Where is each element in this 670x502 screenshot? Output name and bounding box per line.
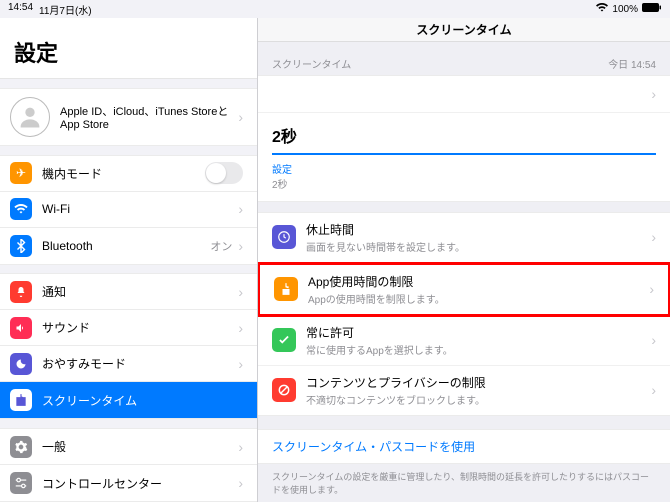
downtime-sub: 画面を見ない時間帯を設定します。	[306, 239, 651, 254]
app-limits-title: App使用時間の制限	[308, 273, 649, 290]
dnd-label: おやすみモード	[42, 355, 238, 372]
chevron-right-icon: ›	[651, 229, 656, 245]
wifi-icon	[596, 3, 608, 15]
airplane-icon: ✈	[10, 162, 32, 184]
content-privacy-title: コンテンツとプライバシーの制限	[306, 374, 651, 391]
status-bar: 14:54 11月7日(水) 100%	[0, 0, 670, 18]
always-allowed-sub: 常に使用するAppを選択します。	[306, 342, 651, 357]
sidebar-item-general[interactable]: 一般 ›	[0, 429, 257, 465]
dnd-icon	[10, 353, 32, 375]
content-privacy-icon	[272, 378, 296, 402]
chevron-right-icon: ›	[238, 475, 243, 491]
settings-sidebar: 設定 Apple ID、iCloud、iTunes StoreとApp Stor…	[0, 18, 258, 502]
chevron-right-icon: ›	[238, 238, 243, 254]
usage-summary-row[interactable]: ›	[258, 76, 670, 113]
sidebar-item-do-not-disturb[interactable]: おやすみモード ›	[0, 346, 257, 382]
sidebar-item-bluetooth[interactable]: Bluetooth オン ›	[0, 228, 257, 264]
status-date: 11月7日(水)	[39, 2, 92, 17]
always-allowed-title: 常に許可	[306, 324, 651, 341]
chevron-right-icon: ›	[238, 201, 243, 217]
detail-title: スクリーンタイム	[258, 18, 670, 42]
notifications-icon	[10, 281, 32, 303]
general-icon	[10, 436, 32, 458]
chevron-right-icon: ›	[238, 439, 243, 455]
content-privacy-sub: 不適切なコンテンツをブロックします。	[306, 392, 651, 407]
section-time: 今日 14:54	[608, 56, 656, 71]
chevron-right-icon: ›	[238, 356, 243, 372]
row-downtime[interactable]: 休止時間 画面を見ない時間帯を設定します。 ›	[258, 213, 670, 263]
sidebar-item-screen-time[interactable]: スクリーンタイム	[0, 382, 257, 418]
downtime-icon	[272, 225, 296, 249]
status-time: 14:54	[8, 2, 33, 17]
passcode-footnote: スクリーンタイムの設定を厳重に管理したり、制限時間の延長を許可したりするにはパス…	[258, 464, 670, 502]
wifi-label: Wi-Fi	[42, 202, 238, 216]
sidebar-item-sounds[interactable]: サウンド ›	[0, 310, 257, 346]
chevron-right-icon: ›	[238, 320, 243, 336]
section-label: スクリーンタイム	[272, 56, 351, 71]
app-limits-icon	[274, 277, 298, 301]
wifi-settings-icon	[10, 198, 32, 220]
sounds-label: サウンド	[42, 319, 238, 336]
bluetooth-value: オン	[210, 238, 232, 254]
downtime-title: 休止時間	[306, 221, 651, 238]
bluetooth-icon	[10, 235, 32, 257]
detail-panel: スクリーンタイム スクリーンタイム 今日 14:54 › 2秒 設定 2秒	[258, 18, 670, 502]
airplane-label: 機内モード	[42, 165, 205, 182]
passcode-link: スクリーンタイム・パスコードを使用	[272, 438, 656, 455]
chevron-right-icon: ›	[238, 109, 243, 125]
chevron-right-icon: ›	[651, 332, 656, 348]
usage-category-label: 設定	[272, 161, 656, 176]
airplane-toggle[interactable]	[205, 162, 243, 184]
sidebar-item-apple-id[interactable]: Apple ID、iCloud、iTunes StoreとApp Store ›	[0, 89, 257, 145]
usage-bar	[272, 153, 656, 155]
chevron-right-icon: ›	[649, 281, 654, 297]
chevron-right-icon: ›	[651, 382, 656, 398]
app-limits-sub: Appの使用時間を制限します。	[308, 291, 649, 306]
sidebar-item-control-center[interactable]: コントロールセンター ›	[0, 465, 257, 501]
sounds-icon	[10, 317, 32, 339]
chevron-right-icon: ›	[651, 86, 656, 102]
settings-title: 設定	[0, 18, 257, 79]
row-screentime-passcode[interactable]: スクリーンタイム・パスコードを使用	[258, 430, 670, 463]
screen-time-icon	[10, 389, 32, 411]
avatar-icon	[10, 97, 50, 137]
control-center-label: コントロールセンター	[42, 475, 238, 492]
usage-category-value: 2秒	[272, 176, 656, 191]
row-app-limits[interactable]: App使用時間の制限 Appの使用時間を制限します。 ›	[258, 262, 670, 317]
sidebar-item-airplane[interactable]: ✈ 機内モード	[0, 156, 257, 192]
sidebar-item-wifi[interactable]: Wi-Fi ›	[0, 192, 257, 228]
usage-duration: 2秒	[272, 123, 656, 147]
sidebar-item-notifications[interactable]: 通知 ›	[0, 274, 257, 310]
control-center-icon	[10, 472, 32, 494]
row-content-privacy[interactable]: コンテンツとプライバシーの制限 不適切なコンテンツをブロックします。 ›	[258, 366, 670, 415]
apple-id-label: Apple ID、iCloud、iTunes StoreとApp Store	[60, 103, 238, 131]
battery-percent: 100%	[612, 4, 638, 15]
chevron-right-icon: ›	[238, 284, 243, 300]
notifications-label: 通知	[42, 283, 238, 300]
general-label: 一般	[42, 438, 238, 455]
always-allowed-icon	[272, 328, 296, 352]
bluetooth-label: Bluetooth	[42, 239, 210, 253]
battery-icon	[642, 3, 662, 15]
screen-time-label: スクリーンタイム	[42, 392, 243, 409]
row-always-allowed[interactable]: 常に許可 常に使用するAppを選択します。 ›	[258, 316, 670, 366]
